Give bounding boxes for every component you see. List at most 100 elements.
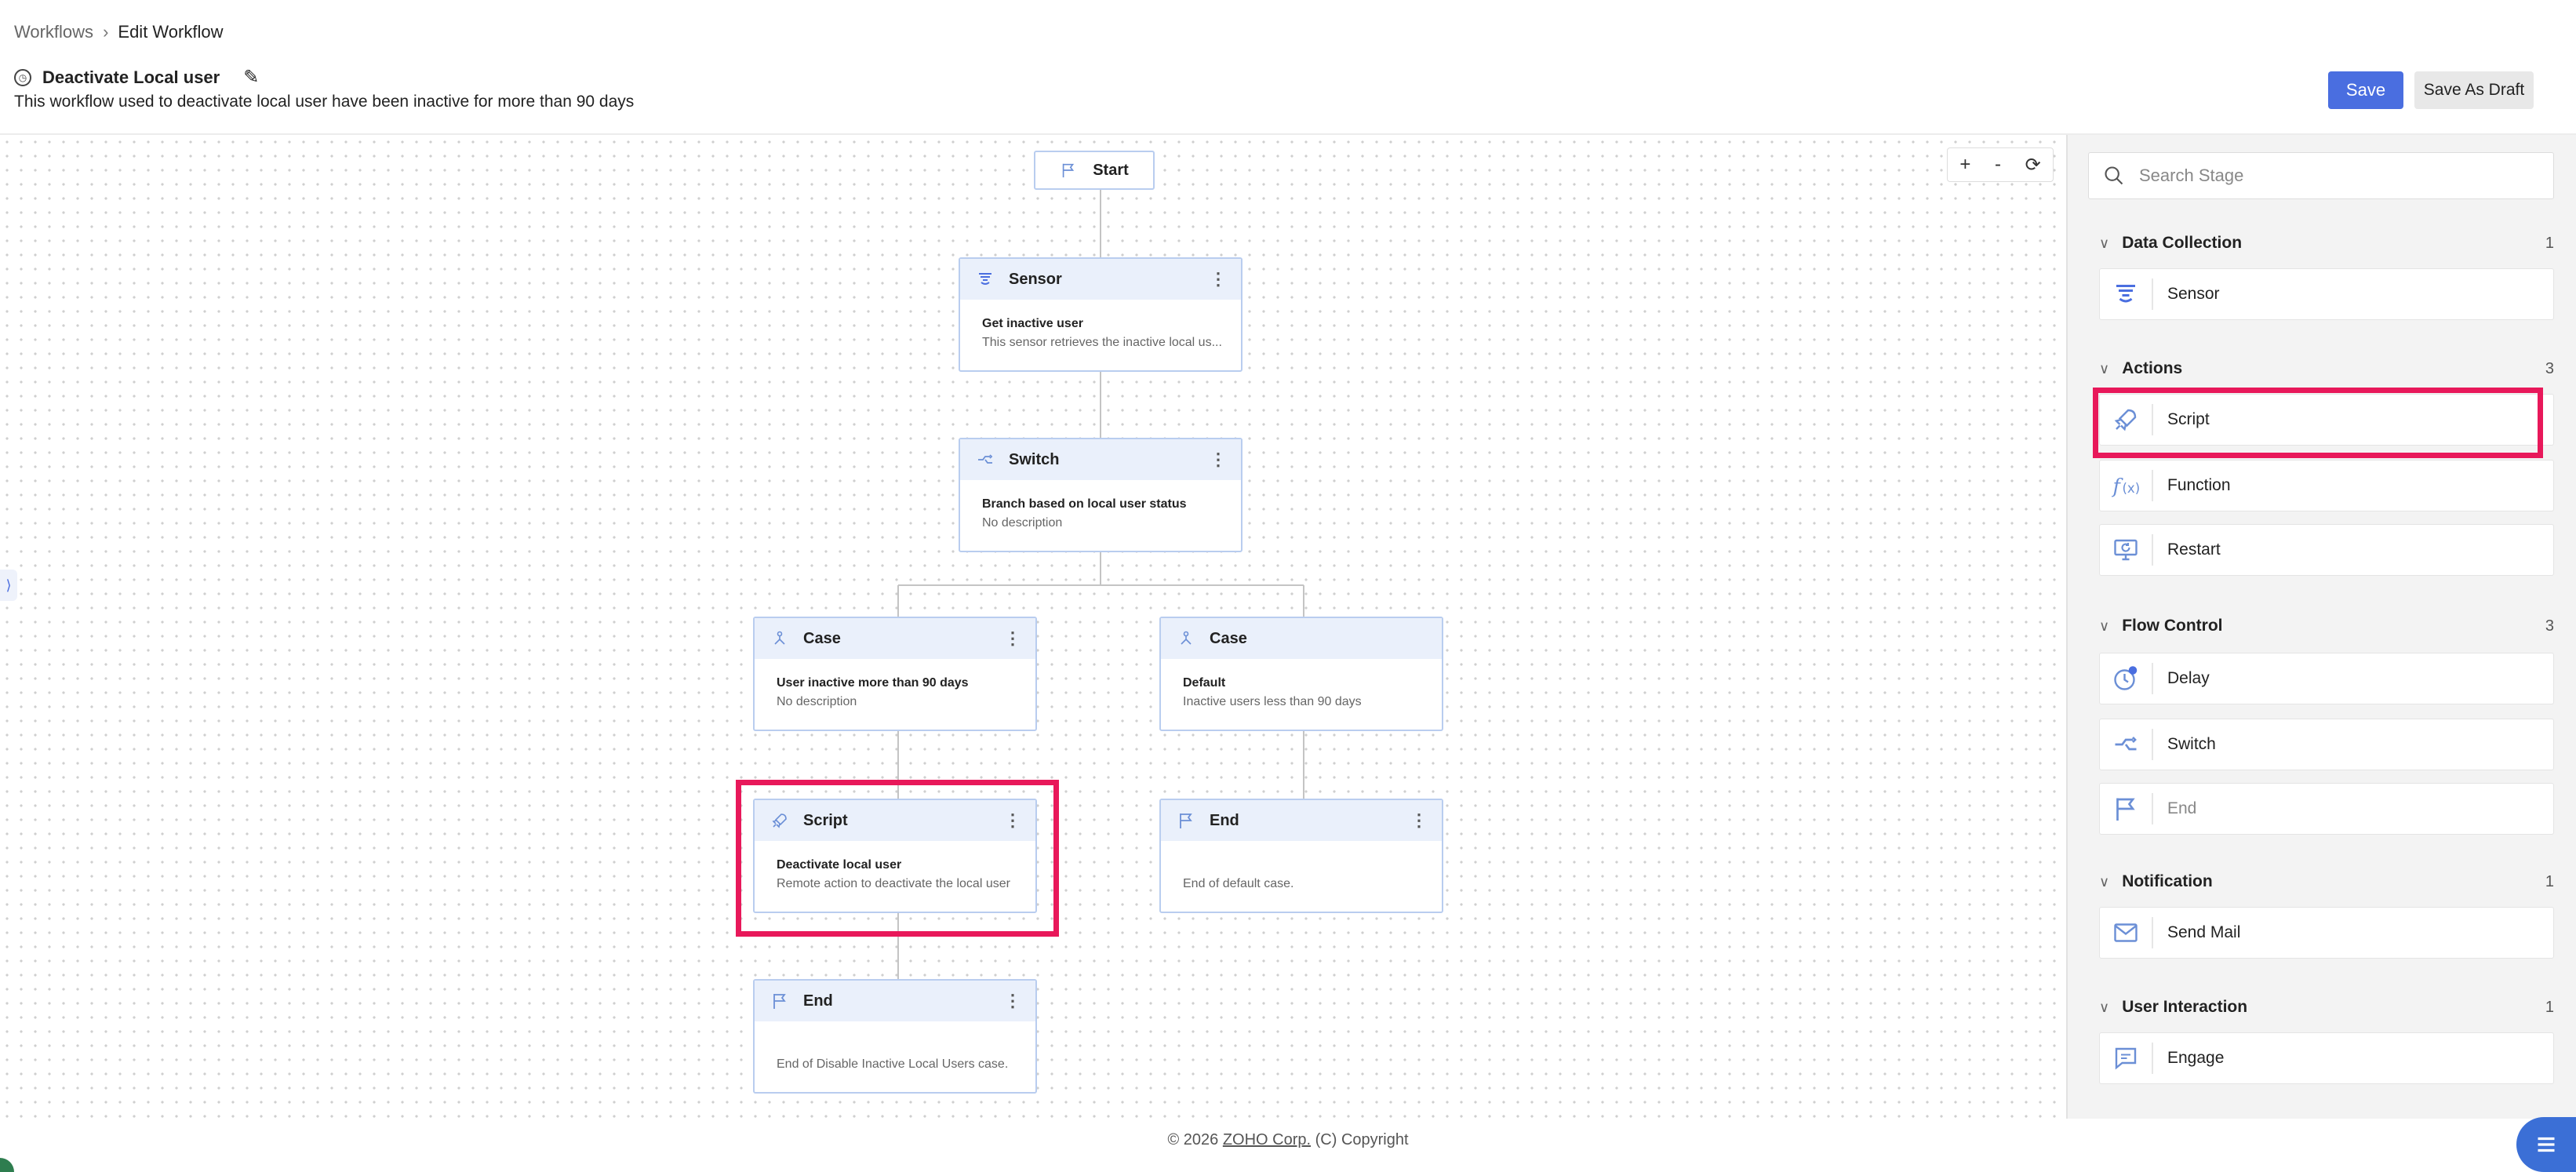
switch-icon xyxy=(2115,737,2137,751)
workflow-node-end-inactive[interactable]: End ⋮ End of Disable Inactive Local User… xyxy=(753,979,1037,1094)
sensor-icon xyxy=(2116,285,2135,303)
chevron-down-icon: ∨ xyxy=(2099,617,2110,634)
stage-item-send-mail[interactable]: Send Mail xyxy=(2099,907,2554,959)
highlight-box-script-node xyxy=(736,780,1059,937)
edit-pencil-icon[interactable]: ✎ xyxy=(243,66,259,89)
zoom-out-button[interactable]: - xyxy=(1995,154,2001,176)
floating-menu-button[interactable] xyxy=(2516,1117,2576,1172)
footer-year: © 2026 xyxy=(1167,1131,1219,1148)
start-node[interactable]: Start xyxy=(1034,151,1155,190)
category-data-collection[interactable]: ∨ Data Collection 1 xyxy=(2099,234,2554,253)
stage-item-switch[interactable]: Switch xyxy=(2099,719,2554,770)
node-type: Sensor xyxy=(1009,270,1062,288)
save-as-draft-button[interactable]: Save As Draft xyxy=(2414,71,2534,109)
workflow-description: This workflow used to deactivate local u… xyxy=(14,93,635,111)
category-count: 1 xyxy=(2545,998,2554,1016)
kebab-menu-icon[interactable]: ⋮ xyxy=(1210,269,1227,289)
svg-text:(x): (x) xyxy=(2123,481,2141,496)
chevron-down-icon: ∨ xyxy=(2099,999,2110,1015)
search-stage-input[interactable] xyxy=(2139,166,2547,186)
chevron-down-icon: ∨ xyxy=(2099,360,2110,377)
stage-item-delay[interactable]: Delay xyxy=(2099,653,2554,704)
stage-item-label: Delay xyxy=(2167,669,2210,687)
stage-item-label: Send Mail xyxy=(2167,923,2241,941)
node-name: User inactive more than 90 days xyxy=(777,676,969,690)
case-icon xyxy=(1181,631,1192,645)
chat-icon xyxy=(2115,1047,2137,1070)
flag-icon xyxy=(1062,163,1075,178)
node-description: End of default case. xyxy=(1183,877,1294,890)
node-description: No description xyxy=(982,516,1063,530)
node-description: This sensor retrieves the inactive local… xyxy=(982,336,1222,349)
highlight-box-script-item xyxy=(2093,388,2543,458)
chevron-down-icon: ∨ xyxy=(2099,873,2110,890)
workflow-node-end-default[interactable]: End ⋮ End of default case. xyxy=(1159,799,1443,913)
corner-indicator xyxy=(0,1158,14,1172)
node-description: End of Disable Inactive Local Users case… xyxy=(777,1057,1009,1071)
workflow-node-case-default[interactable]: Case Default Inactive users less than 90… xyxy=(1159,617,1443,731)
kebab-menu-icon[interactable]: ⋮ xyxy=(1004,628,1021,649)
breadcrumb-workflows-link[interactable]: Workflows xyxy=(14,22,93,42)
clock-icon xyxy=(2114,666,2138,690)
kebab-menu-icon[interactable]: ⋮ xyxy=(1210,450,1227,470)
category-actions[interactable]: ∨ Actions 3 xyxy=(2099,359,2554,378)
node-description: No description xyxy=(777,695,857,708)
workflow-title-row: ◷ Deactivate Local user ✎ xyxy=(14,66,259,89)
category-count: 1 xyxy=(2545,234,2554,252)
zoom-in-button[interactable]: + xyxy=(1959,154,1970,176)
stage-palette-panel: ∨ Data Collection 1 Sensor ∨ Actions 3 S… xyxy=(2066,135,2576,1119)
stage-item-label: Function xyxy=(2167,476,2231,494)
case-icon xyxy=(774,631,785,645)
stage-item-label: Restart xyxy=(2167,541,2221,559)
workflow-node-sensor[interactable]: Sensor ⋮ Get inactive user This sensor r… xyxy=(959,257,1243,372)
flag-icon xyxy=(1180,813,1192,828)
zoom-controls: + - ⟳ xyxy=(1947,147,2054,182)
node-name: Default xyxy=(1183,676,1226,690)
node-type: Case xyxy=(803,629,841,647)
restart-icon xyxy=(2114,539,2138,561)
node-type: Case xyxy=(1210,629,1247,647)
stage-item-sensor[interactable]: Sensor xyxy=(2099,268,2554,320)
function-icon: f (x) xyxy=(2112,475,2141,498)
menu-icon xyxy=(2538,1137,2555,1152)
category-count: 3 xyxy=(2545,359,2554,377)
start-label: Start xyxy=(1093,161,1129,179)
breadcrumb: Workflows › Edit Workflow xyxy=(14,22,223,42)
chevron-down-icon: ∨ xyxy=(2099,235,2110,251)
stage-item-label: End xyxy=(2167,799,2197,817)
page-title: Deactivate Local user xyxy=(42,67,220,87)
category-user-interaction[interactable]: ∨ User Interaction 1 xyxy=(2099,998,2554,1017)
flag-icon xyxy=(773,994,786,1009)
category-flow-control[interactable]: ∨ Flow Control 3 xyxy=(2099,617,2554,635)
category-count: 3 xyxy=(2545,617,2554,635)
kebab-menu-icon[interactable]: ⋮ xyxy=(1004,991,1021,1011)
chevron-right-icon: › xyxy=(103,22,109,42)
node-name: Branch based on local user status xyxy=(982,497,1187,511)
node-description: Inactive users less than 90 days xyxy=(1183,695,1362,708)
workflow-node-case-inactive[interactable]: Case ⋮ User inactive more than 90 days N… xyxy=(753,617,1037,731)
stage-item-label: Sensor xyxy=(2167,285,2220,303)
flag-icon xyxy=(2116,798,2135,821)
workflow-node-switch[interactable]: Switch ⋮ Branch based on local user stat… xyxy=(959,438,1243,552)
footer-rights: (C) Copyright xyxy=(1315,1131,1409,1148)
category-count: 1 xyxy=(2545,872,2554,890)
stage-item-restart[interactable]: Restart xyxy=(2099,524,2554,576)
zoom-reset-button[interactable]: ⟳ xyxy=(2025,154,2041,177)
sensor-icon xyxy=(979,273,991,285)
search-box xyxy=(2088,152,2554,199)
breadcrumb-current: Edit Workflow xyxy=(118,22,224,42)
sidebar-expand-icon[interactable]: ⟩ xyxy=(0,570,17,601)
stage-item-end[interactable]: End xyxy=(2099,783,2554,835)
stage-item-label: Engage xyxy=(2167,1049,2225,1067)
stage-item-function[interactable]: f (x) Function xyxy=(2099,460,2554,511)
workflow-canvas[interactable]: + - ⟳ ⟩ Start Sensor ⋮ Get inactive user… xyxy=(0,135,2066,1119)
search-icon xyxy=(2105,166,2123,185)
category-notification[interactable]: ∨ Notification 1 xyxy=(2099,872,2554,891)
node-type: End xyxy=(803,992,833,1010)
workflow-icon: ◷ xyxy=(14,68,31,86)
node-name: Get inactive user xyxy=(982,317,1083,330)
save-button[interactable]: Save xyxy=(2328,71,2403,109)
footer-company-link[interactable]: ZOHO Corp. xyxy=(1223,1131,1311,1148)
stage-item-engage[interactable]: Engage xyxy=(2099,1032,2554,1084)
kebab-menu-icon[interactable]: ⋮ xyxy=(1410,810,1428,831)
